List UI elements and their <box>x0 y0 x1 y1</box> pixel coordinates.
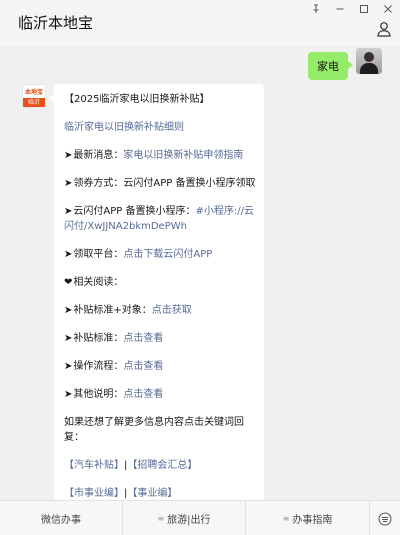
pin-button[interactable] <box>304 0 328 18</box>
latest-news-label: 最新消息： <box>73 150 124 161</box>
menu-item-wechat-services[interactable]: 微信办事 <box>0 501 123 535</box>
list-item: ➤操作流程：点击查看 <box>64 359 264 374</box>
arrow-bullet-icon: ➤ <box>64 178 73 189</box>
close-icon <box>384 5 392 13</box>
keyword-link-job-fair[interactable]: 【招聘会汇总】 <box>127 460 197 471</box>
arrow-bullet-icon: ➤ <box>64 150 73 161</box>
close-button[interactable] <box>376 0 400 18</box>
menu-item-guide[interactable]: ≡ 办事指南 <box>246 501 370 535</box>
related-reading-line: ❤相关阅读： <box>64 275 264 290</box>
keyword-row: 【汽车补贴】|【招聘会汇总】 <box>64 458 264 473</box>
maximize-button[interactable] <box>352 0 376 18</box>
more-info-text: 如果还想了解更多信息内容点击关键词回复： <box>64 417 244 443</box>
pin-icon <box>313 4 319 13</box>
keyboard-switch-button[interactable] <box>370 501 400 535</box>
message-heading: 【2025临沂家电以旧换新补贴】 <box>64 94 210 105</box>
miniapp-line: ➤云闪付APP 备置换小程序：#小程序://云闪付/XwJJNA2bkmDePW… <box>64 204 264 234</box>
list-item: ➤补贴标准：点击查看 <box>64 331 264 346</box>
related-reading-text: 相关阅读： <box>73 277 124 288</box>
menu-item-label: 微信办事 <box>41 515 81 526</box>
list-item-label: 补贴标准： <box>73 333 124 344</box>
keyword-link-public-job[interactable]: 【事业编】 <box>127 488 177 499</box>
window-title: 临沂本地宝 <box>18 14 94 32</box>
menu-item-label: 旅游|出行 <box>167 515 211 526</box>
title-bar: 临沂本地宝 <box>0 0 400 46</box>
arrow-bullet-icon: ➤ <box>64 206 73 217</box>
outgoing-message-text: 家电 <box>317 60 339 73</box>
method-text: 领券方式：云闪付APP 备置换小程序领取 <box>73 178 256 189</box>
keyword-row: 【市事业编】|【事业编】 <box>64 486 264 500</box>
heart-icon: ❤ <box>64 277 73 288</box>
menu-list-icon: ≡ <box>282 514 290 523</box>
outgoing-message-bubble[interactable]: 家电 <box>308 52 353 80</box>
method-line: ➤领券方式：云闪付APP 备置换小程序领取 <box>64 176 264 191</box>
list-item-label: 操作流程： <box>73 361 124 372</box>
download-app-link[interactable]: 点击下载云闪付APP <box>123 249 212 260</box>
list-item-link[interactable]: 点击查看 <box>123 361 163 372</box>
list-item-link[interactable]: 点击查看 <box>123 333 163 344</box>
arrow-bullet-icon: ➤ <box>64 389 73 400</box>
menu-list-icon: ≡ <box>157 514 165 523</box>
list-item-label: 补贴标准+对象： <box>73 305 152 316</box>
minimize-icon <box>336 8 344 10</box>
official-account-avatar[interactable]: 本地宝 临沂 <box>22 84 46 108</box>
list-item-link[interactable]: 点击查看 <box>123 389 163 400</box>
keyboard-icon <box>378 512 392 525</box>
profile-icon[interactable] <box>376 21 392 37</box>
platform-line: ➤领取平台：点击下载云闪付APP <box>64 247 264 262</box>
incoming-message-row: 本地宝 临沂 【2025临沂家电以旧换新补贴】 临沂家电以旧换新补贴细则 ➤最新… <box>22 84 264 500</box>
window-controls <box>304 0 400 18</box>
arrow-bullet-icon: ➤ <box>64 305 73 316</box>
latest-news-link[interactable]: 家电以旧换新补贴申领指南 <box>123 150 243 161</box>
menu-item-label: 办事指南 <box>292 515 333 526</box>
minimize-button[interactable] <box>328 0 352 18</box>
menu-item-travel[interactable]: ≡ 旅游|出行 <box>123 501 246 535</box>
keyword-link-car-subsidy[interactable]: 【汽车补贴】 <box>64 460 124 471</box>
miniapp-label: 云闪付APP 备置换小程序： <box>73 206 196 217</box>
account-menu-bar: 微信办事 ≡ 旅游|出行 ≡ 办事指南 <box>0 500 400 535</box>
list-item-label: 其他说明： <box>73 389 124 400</box>
latest-news-line: ➤最新消息：家电以旧换新补贴申领指南 <box>64 148 264 163</box>
arrow-bullet-icon: ➤ <box>64 249 73 260</box>
chat-area[interactable]: 家电 本地宝 临沂 【2025临沂家电以旧换新补贴】 临沂家电以旧换新补贴细则 … <box>0 46 400 500</box>
avatar-city-text: 临沂 <box>23 98 45 107</box>
incoming-message-bubble: 【2025临沂家电以旧换新补贴】 临沂家电以旧换新补贴细则 ➤最新消息：家电以旧… <box>49 84 264 500</box>
rules-link[interactable]: 临沂家电以旧换新补贴细则 <box>64 122 184 133</box>
rules-link-line: 临沂家电以旧换新补贴细则 <box>64 120 264 135</box>
outgoing-message-row: 家电 <box>308 48 382 80</box>
user-avatar[interactable] <box>356 48 382 74</box>
list-item: ➤其他说明：点击查看 <box>64 387 264 402</box>
arrow-bullet-icon: ➤ <box>64 333 73 344</box>
arrow-bullet-icon: ➤ <box>64 361 73 372</box>
keyword-link-city-public-job[interactable]: 【市事业编】 <box>64 488 124 499</box>
list-item-link[interactable]: 点击获取 <box>152 305 192 316</box>
platform-label: 领取平台： <box>73 249 124 260</box>
avatar-logo-text: 本地宝 <box>24 89 43 96</box>
maximize-icon <box>360 5 368 13</box>
list-item: ➤补贴标准+对象：点击获取 <box>64 303 264 318</box>
